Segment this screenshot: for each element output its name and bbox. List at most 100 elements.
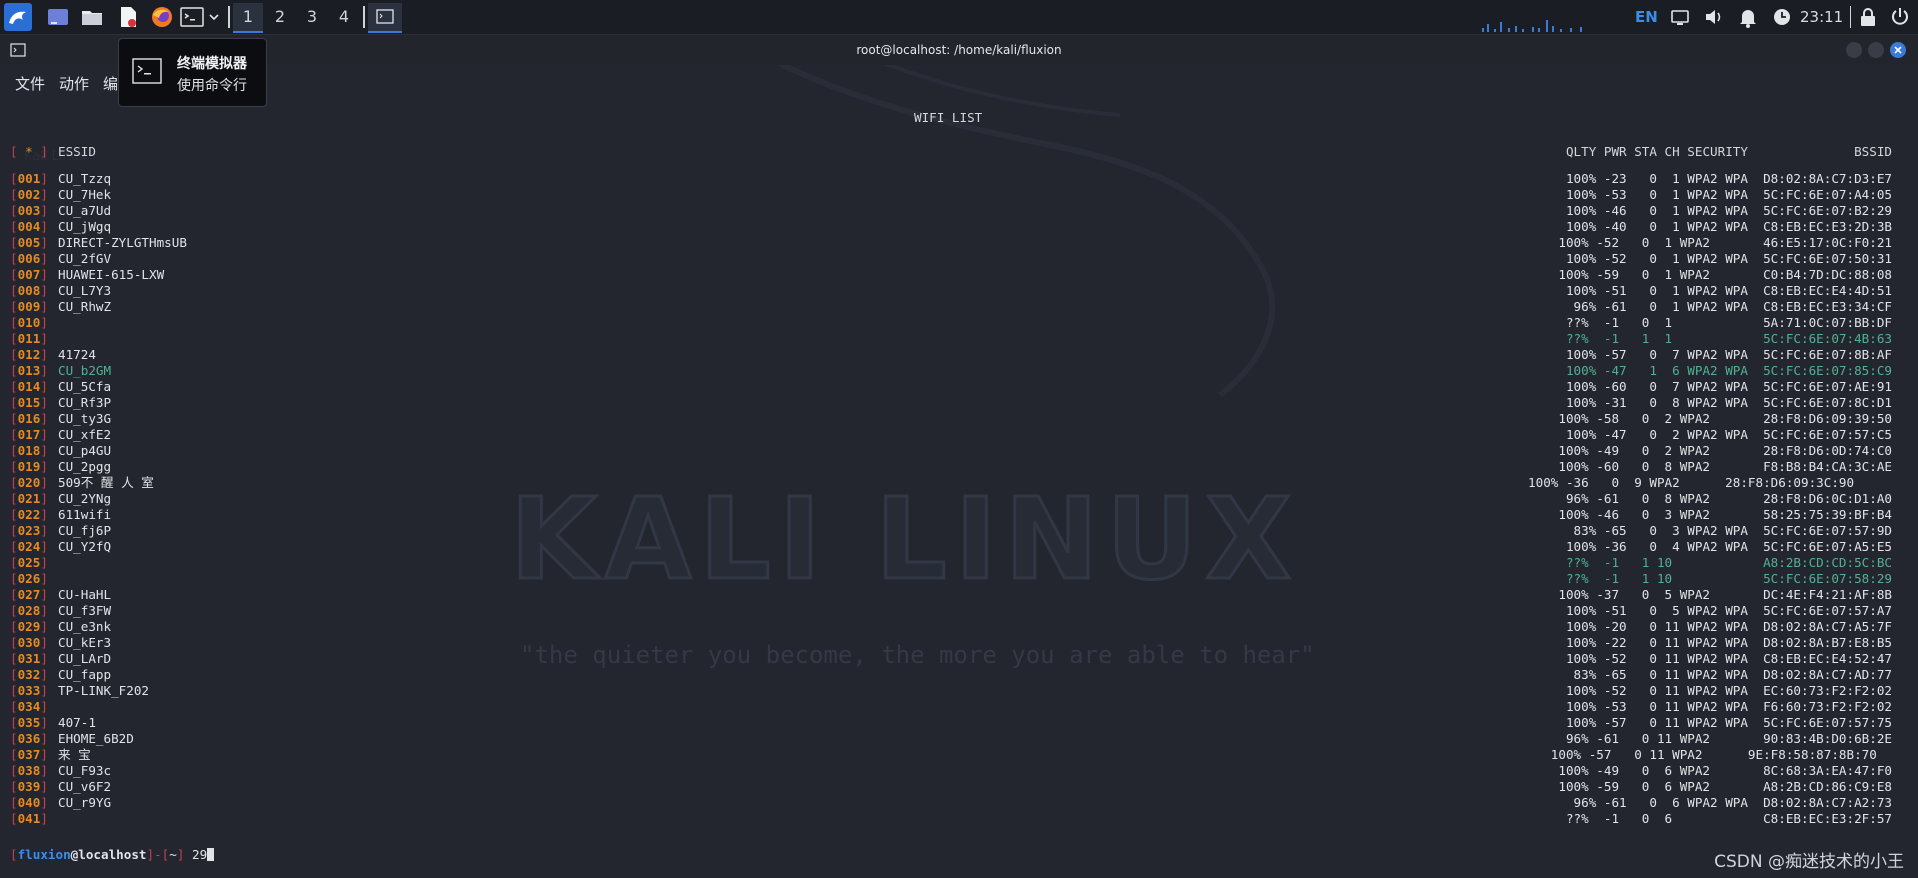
network-monitor-graph: [1480, 6, 1590, 32]
volume-icon[interactable]: [1702, 5, 1726, 29]
row-stats: 100% -53 0 11 WPA2 WPA F6:60:73:F2:F2:02: [1565, 699, 1892, 714]
row-index: [030]: [10, 635, 48, 650]
row-index: [033]: [10, 683, 48, 698]
wifi-list-row: [010] ??% -1 0 1 5A:71:0C:07:BB:DF: [0, 315, 1918, 331]
window-titlebar[interactable]: root@localhost: /home/kali/fluxion: [0, 35, 1918, 65]
taskbar-separator: [1850, 6, 1851, 28]
workspace-1[interactable]: 1: [233, 3, 263, 33]
row-index: [004]: [10, 219, 48, 234]
wifi-list-row: [009] CU_RhwZ 96% -61 0 1 WPA2 WPA C8:EB:…: [0, 299, 1918, 315]
row-stats: 100% -57 0 11 WPA2 WPA 5C:FC:6E:07:57:75: [1565, 715, 1892, 730]
row-essid: CU_fj6P: [58, 523, 112, 538]
row-stats: 100% -59 0 1 WPA2 C0:B4:7D:DC:88:08: [1558, 267, 1892, 282]
row-essid: CU_Rf3P: [58, 395, 112, 410]
row-essid: CU_RhwZ: [58, 299, 112, 314]
wifi-list-row: [014] CU_5Cfa 100% -60 0 7 WPA2 WPA 5C:FC:…: [0, 379, 1918, 395]
row-essid: HUAWEI-615-LXW: [58, 267, 165, 282]
wifi-list-row: [005] DIRECT-ZYLGTHmsUB 100% -52 0 1 WPA2 …: [0, 235, 1918, 251]
lock-icon[interactable]: [1856, 5, 1880, 29]
wifi-list-row: [006] CU_2fGV 100% -52 0 1 WPA2 WPA 5C:FC:…: [0, 251, 1918, 267]
menu-file[interactable]: 文件: [15, 73, 45, 94]
minimize-button[interactable]: [1846, 42, 1862, 58]
row-index: [023]: [10, 523, 48, 538]
row-stats: ??% -1 1 10 A8:2B:CD:CD:5C:BC: [1558, 555, 1892, 570]
wifi-list-row: [026] ??% -1 1 10 5C:FC:6E:07:58:29: [0, 571, 1918, 587]
row-index: [012]: [10, 347, 48, 362]
row-essid: CU_e3nk: [58, 619, 112, 634]
maximize-button[interactable]: [1868, 42, 1884, 58]
row-essid: CU_jWgq: [58, 219, 112, 234]
terminal-tooltip: 终端模拟器 使用命令行: [118, 38, 267, 107]
row-essid: CU_ty3G: [58, 411, 112, 426]
power-icon[interactable]: [1888, 5, 1912, 29]
row-stats: 100% -49 0 2 WPA2 28:F8:D6:0D:74:C0: [1558, 443, 1892, 458]
close-button[interactable]: [1890, 42, 1906, 58]
row-index: [041]: [10, 811, 48, 826]
row-stats: 100% -58 0 2 WPA2 28:F8:D6:09:39:50: [1558, 411, 1892, 426]
row-essid: CU_f3FW: [58, 603, 112, 618]
notification-bell-icon[interactable]: [1736, 5, 1760, 29]
row-index: [015]: [10, 395, 48, 410]
row-index: [025]: [10, 555, 48, 570]
clock-time[interactable]: 23:11: [1800, 0, 1843, 34]
chevron-down-icon[interactable]: [206, 5, 222, 29]
row-index: [017]: [10, 427, 48, 442]
row-essid: CU-HaHL: [58, 587, 112, 602]
keyboard-layout-indicator[interactable]: EN: [1635, 0, 1658, 34]
wifi-list-row: [031] CU_LArD 100% -52 0 11 WPA2 WPA C8:EB…: [0, 651, 1918, 667]
menu-action[interactable]: 动作: [59, 73, 89, 94]
row-stats: 100% -47 0 2 WPA2 WPA 5C:FC:6E:07:57:C5: [1565, 427, 1892, 442]
row-stats: 100% -52 0 11 WPA2 WPA C8:EB:EC:E4:52:47: [1565, 651, 1892, 666]
row-essid: CU_5Cfa: [58, 379, 112, 394]
wifi-list-row: [027] CU-HaHL 100% -37 0 5 WPA2 DC:4E:F4:2…: [0, 587, 1918, 603]
csdn-watermark: CSDN @痴迷技术的小王: [1714, 852, 1904, 872]
terminal-launcher-icon[interactable]: [180, 5, 204, 29]
row-index: [029]: [10, 619, 48, 634]
workspace-4[interactable]: 4: [329, 3, 359, 31]
wifi-list-row: [036] EHOME_6B2D 96% -61 0 11 WPA2 90:83:…: [0, 731, 1918, 747]
row-essid: 509不 醒 人 室: [58, 475, 154, 490]
row-index: [001]: [10, 171, 48, 186]
row-stats: ??% -1 1 10 5C:FC:6E:07:58:29: [1558, 571, 1892, 586]
row-index: [036]: [10, 731, 48, 746]
row-essid: EHOME_6B2D: [58, 731, 134, 746]
display-icon[interactable]: [1668, 5, 1692, 29]
wifi-list-row: [012] 41724 100% -57 0 7 WPA2 WPA 5C:FC:6E…: [0, 347, 1918, 363]
row-stats: 100% -59 0 6 WPA2 A8:2B:CD:86:C9:E8: [1558, 779, 1892, 794]
firefox-icon[interactable]: [150, 5, 174, 29]
row-essid: CU_a7Ud: [58, 203, 112, 218]
wifi-list-row: [008] CU_L7Y3 100% -51 0 1 WPA2 WPA C8:EB:…: [0, 283, 1918, 299]
row-index: [010]: [10, 315, 48, 330]
row-index: [034]: [10, 699, 48, 714]
workspace-3[interactable]: 3: [297, 3, 327, 31]
wifi-list-row: [011] ??% -1 1 1 5C:FC:6E:07:4B:63: [0, 331, 1918, 347]
kali-menu-icon[interactable]: [4, 3, 32, 31]
workspace-2[interactable]: 2: [265, 3, 295, 31]
row-stats: 100% -20 0 11 WPA2 WPA D8:02:8A:C7:A5:7F: [1565, 619, 1892, 634]
row-index: [026]: [10, 571, 48, 586]
row-index: [020]: [10, 475, 48, 490]
show-desktop-icon[interactable]: [46, 5, 70, 29]
row-stats: 96% -61 0 11 WPA2 90:83:4B:D0:6B:2E: [1558, 731, 1892, 746]
wifi-list-row: [041] ??% -1 0 6 C8:EB:EC:E3:2F:57: [0, 811, 1918, 827]
row-stats: 100% -40 0 1 WPA2 WPA C8:EB:EC:E3:2D:3B: [1565, 219, 1892, 234]
row-stats: ??% -1 0 1 5A:71:0C:07:BB:DF: [1558, 315, 1892, 330]
row-stats: 100% -46 0 3 WPA2 58:25:75:39:BF:B4: [1558, 507, 1892, 522]
shell-prompt[interactable]: [fluxion@localhost]-[~] 29: [0, 847, 1918, 863]
wifi-list-row: [007] HUAWEI-615-LXW 100% -59 0 1 WPA2 C0:…: [0, 267, 1918, 283]
tooltip-subtitle: 使用命令行: [177, 78, 247, 94]
taskbar-separator: [363, 6, 365, 28]
wifi-list-row: [013] CU_b2GM 100% -47 1 6 WPA2 WPA 5C:FC:…: [0, 363, 1918, 379]
row-stats: 96% -61 0 6 WPA2 WPA D8:02:8A:C7:A2:73: [1565, 795, 1892, 810]
row-index: [005]: [10, 235, 48, 250]
terminal-task-button[interactable]: [368, 3, 402, 33]
taskbar: 1 2 3 4 EN 23:11: [0, 0, 1918, 35]
row-stats: 100% -60 0 7 WPA2 WPA 5C:FC:6E:07:AE:91: [1565, 379, 1892, 394]
row-stats: 100% -46 0 1 WPA2 WPA 5C:FC:6E:07:B2:29: [1565, 203, 1892, 218]
menu-edit[interactable]: 编: [103, 73, 118, 94]
row-index: [031]: [10, 651, 48, 666]
file-manager-icon[interactable]: [80, 5, 104, 29]
text-editor-icon[interactable]: [116, 5, 140, 29]
row-index: [014]: [10, 379, 48, 394]
row-index: [009]: [10, 299, 48, 314]
